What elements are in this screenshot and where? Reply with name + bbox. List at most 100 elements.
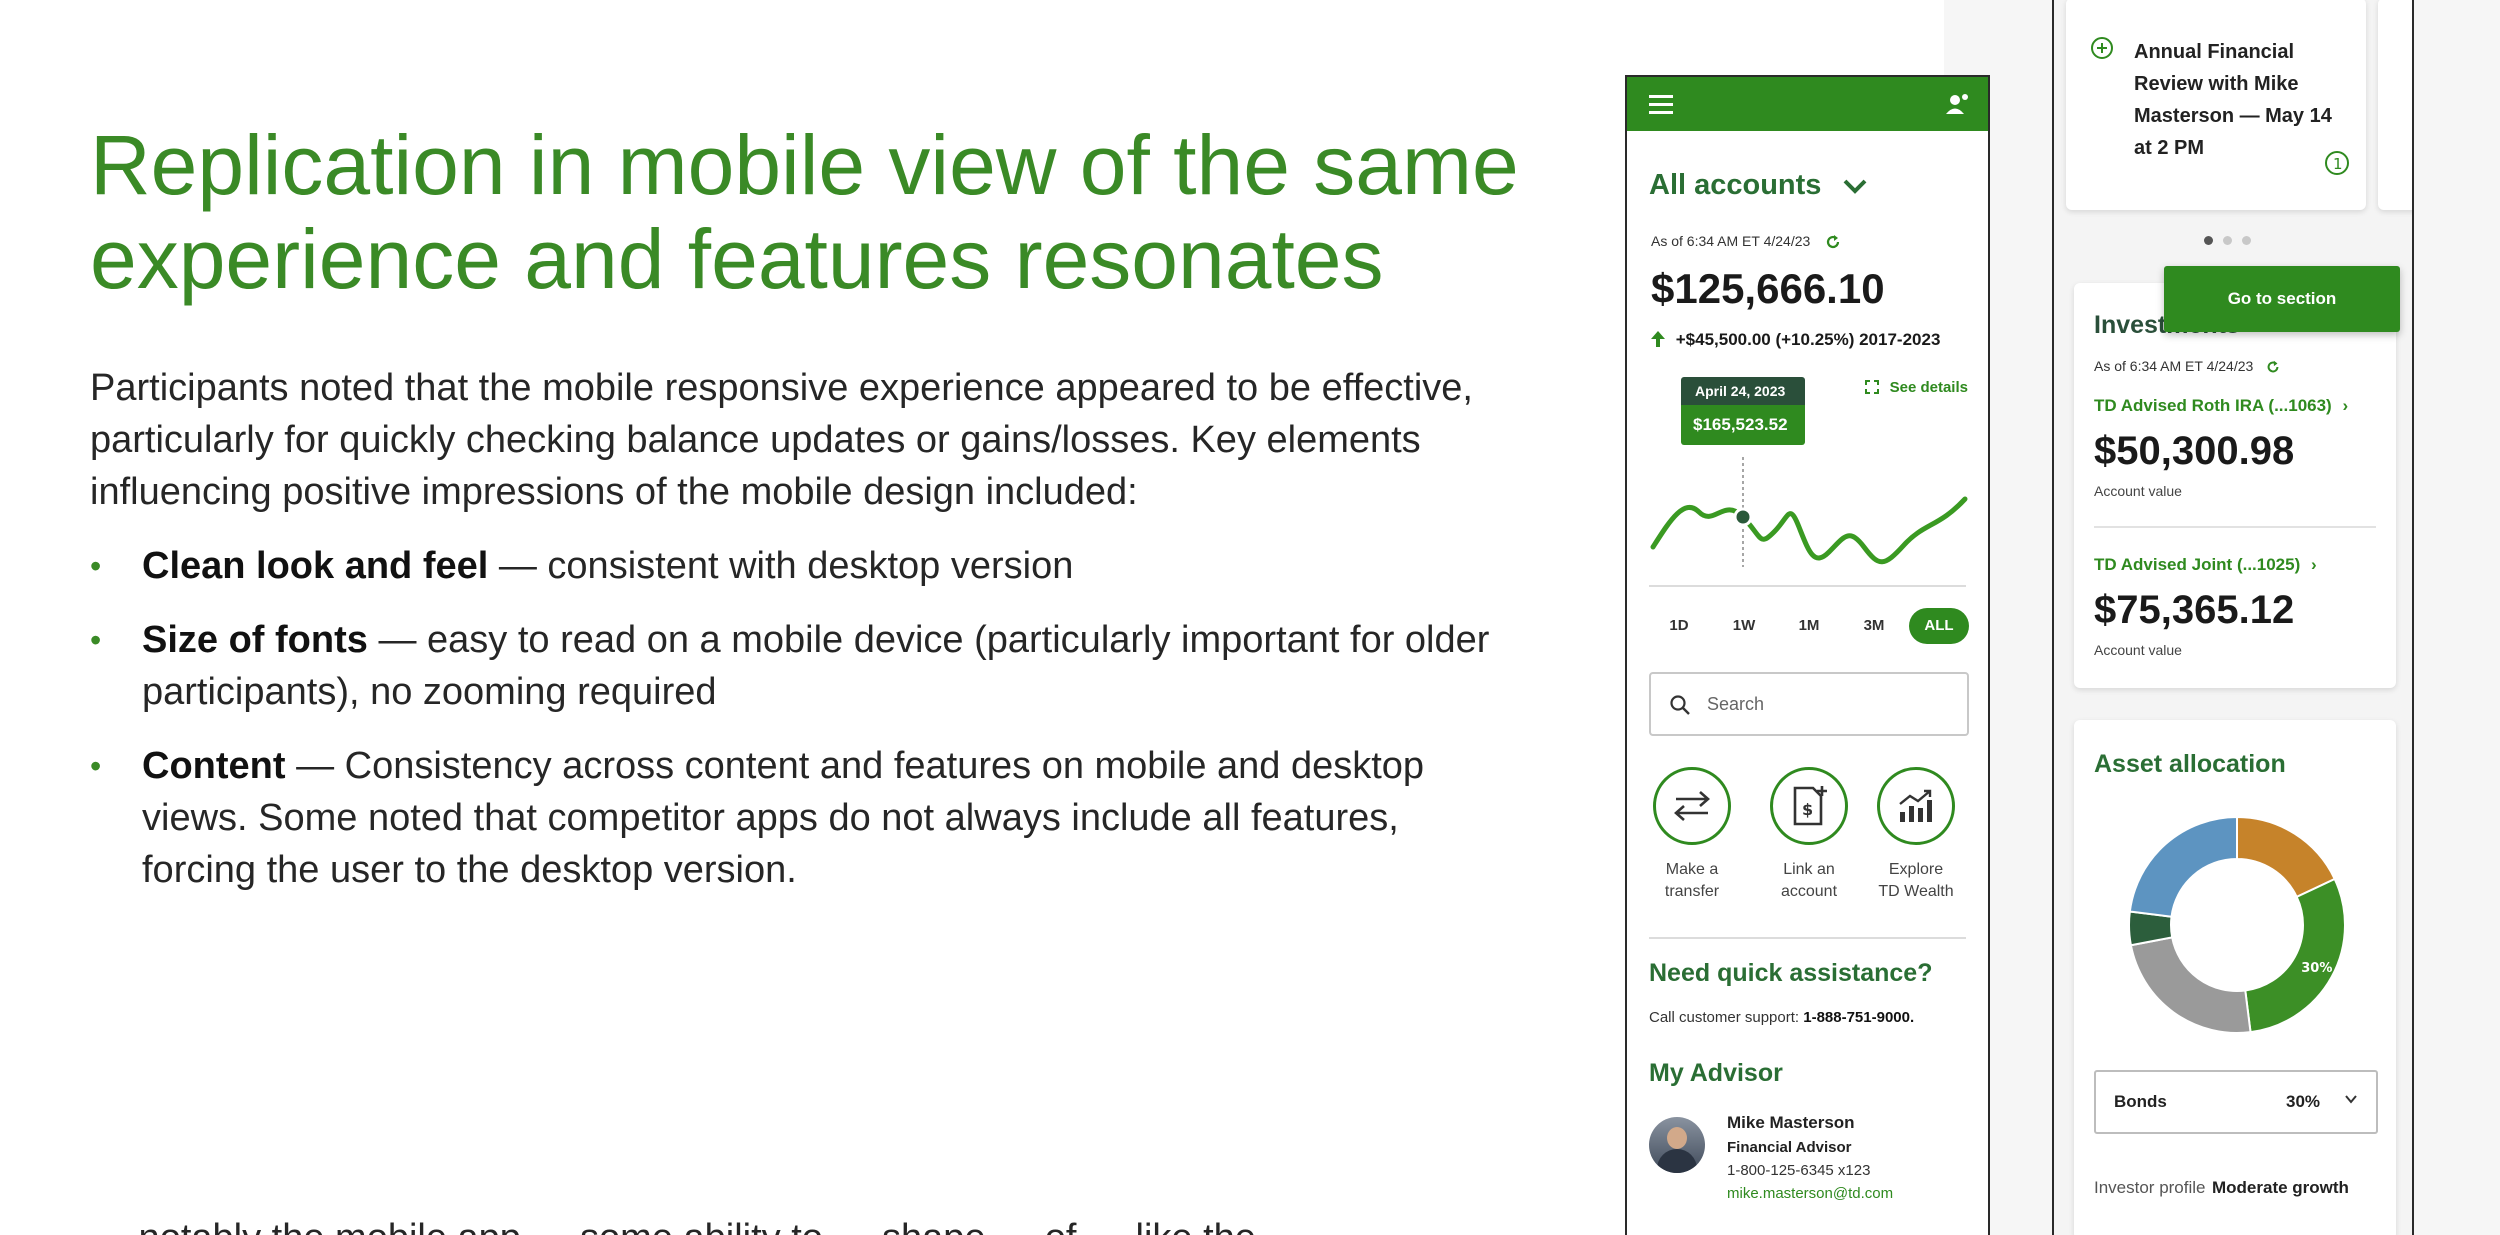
search-icon [1670,695,1690,715]
account-link-joint[interactable]: TD Advised Joint (...1025) › [2094,555,2317,575]
advisor-name: Mike Masterson [1727,1113,1855,1132]
chart-series-line [1650,496,1968,565]
accounts-heading: All accounts [1649,169,1822,201]
as-of-row: As of 6:34 AM ET 4/24/23 [1651,233,1988,251]
chart-tooltip: April 24, 2023 $165,523.52 [1681,377,1805,445]
accounts-selector[interactable]: All accounts [1649,169,1988,202]
allocation-donut-chart[interactable]: 30% [2124,812,2350,1038]
balance-line-chart[interactable] [1649,457,1969,587]
link-account-icon: $ [1793,786,1827,826]
mobile-screen-investments: Annual Financial Review with Mike Master… [2052,0,2414,1235]
growth-chart-icon [1899,789,1932,822]
search-input[interactable]: Search [1649,672,1969,736]
see-details-label: See details [1889,379,1968,396]
range-all[interactable]: ALL [1909,608,1969,644]
investments-as-of: As of 6:34 AM ET 4/24/23 [2094,358,2281,375]
bullet-dot-icon: • [90,548,102,584]
slide-title: Replication in mobile view of the same e… [90,118,1519,306]
bullet-item: • Size of fonts — easy to read on a mobil… [90,614,1490,718]
donut-segment-gray[interactable] [2129,936,2252,1034]
as-of-time: As of 6:34 AM ET 4/24/23 [1651,233,1811,249]
donut-segment-green[interactable] [2244,877,2346,1034]
account-value: $75,365.12 [2094,588,2295,632]
app-header [1627,77,1988,131]
advisor-phone[interactable]: 1-800-125-6345 x123 [1727,1162,1988,1179]
action-label-line1: Link an [1783,861,1835,878]
advisor-title: Financial Advisor [1727,1139,1852,1156]
bullet-dot-icon: • [90,748,102,784]
bullet-item: • Content — Consistency across content an… [90,740,1490,896]
investor-profile-label: Investor profile [2094,1178,2206,1197]
bullet-item: • Clean look and feel — consistent with d… [90,540,1490,592]
svg-text:$: $ [1802,800,1813,819]
account-link-roth-ira[interactable]: TD Advised Roth IRA (...1063) › [2094,396,2348,416]
gain-row: +$45,500.00 (+10.25%) 2017-2023 [1651,330,1988,350]
tooltip-value: $165,523.52 [1681,405,1805,445]
bullet-list: • Clean look and feel — consistent with d… [90,540,1490,918]
account-value-label: Account value [2094,483,2182,499]
see-details-link[interactable]: See details [1865,379,1968,396]
range-1w[interactable]: 1W [1714,608,1774,644]
transfer-icon [1674,791,1710,821]
advisor-email[interactable]: mike.masterson@td.com [1727,1185,1988,1202]
customer-support-line: Call customer support: 1-888-751-9000. [1649,1009,1988,1026]
action-label-line1: Explore [1888,861,1944,878]
range-1m[interactable]: 1M [1779,608,1839,644]
action-label-line2: transfer [1664,883,1720,900]
range-selector: 1D 1W 1M 3M ALL [1649,607,1969,645]
refresh-icon[interactable] [1824,233,1842,251]
action-label-line2: TD Wealth [1878,883,1954,900]
info-badge-icon: 1 [2325,151,2349,175]
chevron-down-icon [2345,1095,2357,1104]
range-1d[interactable]: 1D [1649,608,1709,644]
investments-as-of-text: As of 6:34 AM ET 4/24/23 [2094,358,2254,374]
support-phone-number[interactable]: 1-888-751-9000. [1803,1009,1914,1026]
action-label-line1: Make a [1665,861,1719,878]
action-explore-td-wealth[interactable]: Explore TD Wealth [1861,767,1971,903]
divider [1649,937,1966,939]
divider [2094,526,2376,528]
asset-allocation-card: Asset allocation 30% Bonds 30% Investor … [2074,720,2396,1235]
advisor-avatar [1649,1117,1705,1173]
account-value: $50,300.98 [2094,429,2295,473]
allocation-select[interactable]: Bonds 30% [2094,1070,2378,1134]
slide-intro: Participants noted that the mobile respo… [90,367,1473,513]
range-3m[interactable]: 3M [1844,608,1904,644]
allocation-heading: Asset allocation [2094,750,2286,778]
action-label-line2: account [1780,883,1838,900]
hamburger-icon[interactable] [1649,95,1673,114]
search-placeholder: Search [1707,694,1765,714]
bullet-text: — Consistency across content and feature… [142,745,1425,891]
account-name: TD Advised Roth IRA (...1063) [2094,396,2332,415]
bullet-text: — consistent with desktop version [488,545,1074,587]
review-card[interactable]: Annual Financial Review with Mike Master… [2066,0,2366,210]
action-make-transfer[interactable]: Make a transfer [1637,767,1747,903]
allocation-select-value: 30% [2286,1092,2321,1111]
total-balance: $125,666.10 [1651,265,1885,312]
carousel-dots [2204,236,2251,245]
action-link-account[interactable]: $ Link an account [1754,767,1864,903]
assistance-heading: Need quick assistance? [1649,959,1933,987]
add-circle-icon[interactable] [2090,36,2114,60]
donut-segment-label: 30% [2301,961,2332,976]
arrow-up-icon [1651,331,1665,347]
account-value-label: Account value [2094,642,2182,658]
donut-segment-blue[interactable] [2128,815,2238,918]
bullet-bold: Clean look and feel [142,545,489,587]
next-card-peek[interactable] [2378,0,2412,210]
divider [1649,585,1966,587]
chart-marker-dot [1733,507,1753,527]
allocation-select-label: Bonds [2114,1092,2167,1111]
bullet-bold: Content [142,745,286,787]
refresh-icon[interactable] [2265,359,2281,375]
bullet-dot-icon: • [90,622,102,658]
account-name: TD Advised Joint (...1025) [2094,555,2301,574]
user-settings-icon[interactable] [1944,91,1970,117]
advisor-heading: My Advisor [1649,1059,1783,1087]
review-badge-number: 1 [2333,155,2343,173]
gain-text: +$45,500.00 (+10.25%) 2017-2023 [1675,330,1941,349]
expand-icon [1865,380,1880,394]
bullet-bold: Size of fonts [142,619,368,661]
mobile-screen-accounts: All accounts As of 6:34 AM ET 4/24/23 $1… [1625,75,1990,1235]
go-to-section-button[interactable]: Go to section [2164,266,2400,332]
